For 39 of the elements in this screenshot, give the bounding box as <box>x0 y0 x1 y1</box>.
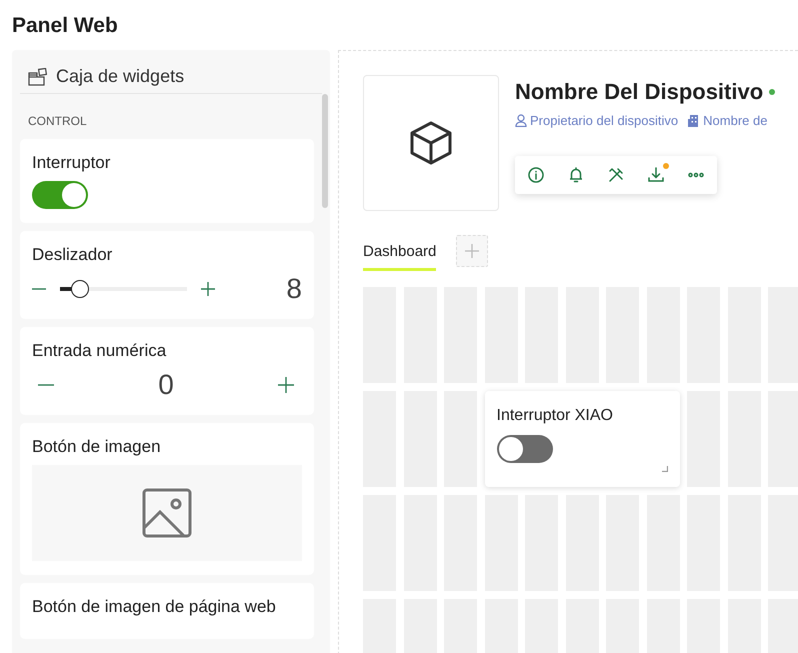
widgets-icon <box>28 68 48 86</box>
slider-value: 8 <box>286 273 302 305</box>
section-label: CONTROL <box>27 113 88 130</box>
user-icon <box>515 114 527 127</box>
building-icon <box>688 114 700 127</box>
bell-icon[interactable] <box>567 166 585 184</box>
number-value: 0 <box>158 369 174 401</box>
slider-track[interactable] <box>60 280 187 298</box>
organization-link[interactable]: Nombre de <box>688 113 768 128</box>
scrollbar[interactable] <box>322 94 328 208</box>
device-name: Nombre Del Dispositivo <box>515 79 764 105</box>
widget-label: Botón de imagen <box>32 437 162 457</box>
dashboard-tab[interactable]: Dashboard <box>363 237 436 271</box>
tools-icon[interactable] <box>607 166 625 184</box>
widget-card[interactable]: Interruptor <box>20 139 314 223</box>
image-icon <box>142 488 192 538</box>
cube-icon <box>409 120 453 166</box>
info-icon[interactable] <box>527 166 545 184</box>
status-dot-icon <box>769 89 776 95</box>
widget-card[interactable]: Botón de imagen de página web <box>20 583 314 639</box>
widget-label: Botón de imagen de página web <box>32 597 277 617</box>
resize-handle-icon[interactable] <box>662 466 668 472</box>
plus-icon <box>465 244 480 258</box>
switch-widget[interactable]: Interruptor XIAO <box>484 391 680 487</box>
toggle-switch[interactable] <box>496 435 552 463</box>
widget-card[interactable]: Deslizador 8 <box>20 231 314 319</box>
plus-icon[interactable] <box>201 282 215 296</box>
widget-label: Interruptor XIAO <box>496 407 614 425</box>
widget-label: Interruptor <box>32 153 112 173</box>
widget-card[interactable]: Botón de imagen <box>20 423 314 575</box>
panel-title: Caja de widgets <box>56 66 184 87</box>
owner-link[interactable]: Propietario del dispositivo <box>515 113 678 128</box>
widget-label: Deslizador <box>32 245 114 265</box>
slider-thumb[interactable] <box>70 280 89 298</box>
plus-icon[interactable] <box>278 377 294 393</box>
toggle-switch[interactable] <box>32 181 88 209</box>
widget-label: Entrada numérica <box>32 341 168 361</box>
widget-card[interactable]: Entrada numérica 0 <box>20 327 314 415</box>
page-title: Panel Web <box>12 13 119 39</box>
